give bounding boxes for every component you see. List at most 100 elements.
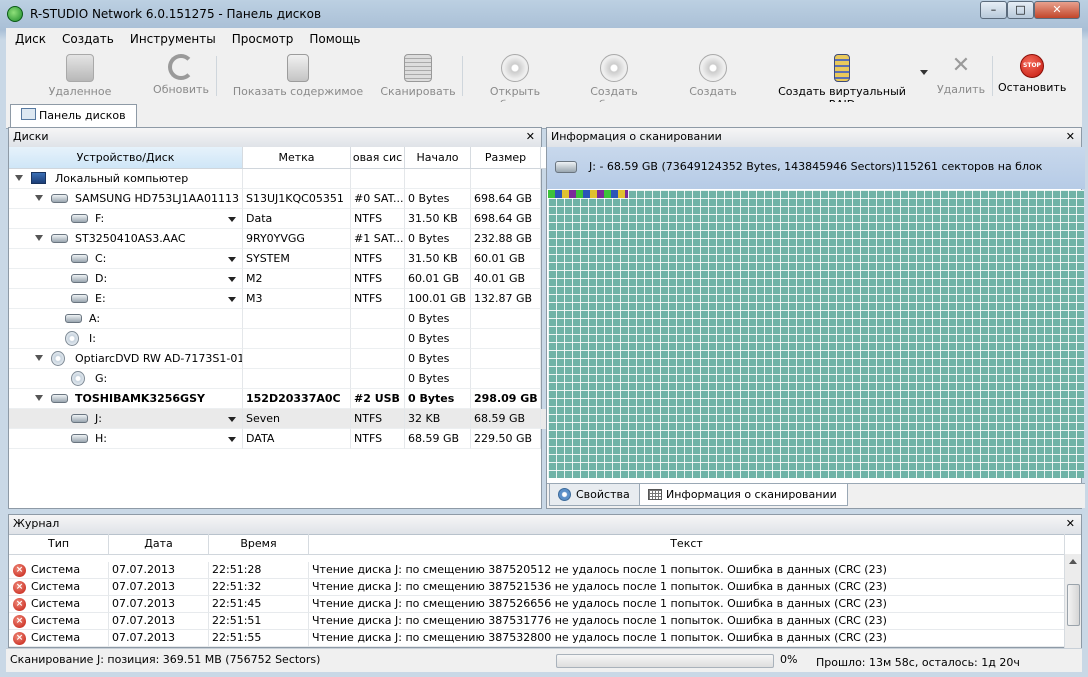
log-cell-time: 22:51:55 <box>209 630 309 647</box>
cell-start: 60.01 GB <box>405 269 471 289</box>
col-date[interactable]: Дата <box>109 534 209 554</box>
refresh-button[interactable]: Обновить <box>152 54 210 96</box>
expand-toggle-icon[interactable] <box>15 175 23 181</box>
col-device[interactable]: Устройство/Диск <box>9 147 243 168</box>
scroll-thumb[interactable] <box>1067 584 1080 626</box>
scan-block-map[interactable] <box>548 190 1084 478</box>
cell-device: E: <box>9 289 243 309</box>
cell-label <box>243 309 351 329</box>
app-icon <box>7 6 23 22</box>
log-cell-type: × Система <box>9 596 109 613</box>
title-bar[interactable]: R-STUDIO Network 6.0.151275 - Панель дис… <box>0 0 1088 28</box>
chevron-down-icon[interactable] <box>228 277 236 282</box>
menu-create[interactable]: Создать <box>53 28 121 50</box>
col-text[interactable]: Текст <box>309 534 1065 554</box>
cell-size <box>471 369 541 389</box>
cell-device: SAMSUNG HD753LJ1AA01113 <box>9 189 243 209</box>
cell-device: F: <box>9 209 243 229</box>
chevron-down-icon[interactable] <box>228 437 236 442</box>
menu-disk[interactable]: Диск <box>6 28 53 50</box>
cell-size: 68.59 GB <box>471 409 541 429</box>
maximize-button[interactable]: □ <box>1007 1 1034 19</box>
disks-panel: Диски ✕ Устройство/Диск Метка овая сис Н… <box>8 127 547 509</box>
disk-row[interactable]: ST3250410AS3.AAC 9RY0YVGG #1 SAT... 0 Bytes… <box>9 229 547 249</box>
cell-label: S13UJ1KQC05351 <box>243 189 351 209</box>
cell-fs <box>351 349 405 369</box>
disk-row[interactable]: D: M2 NTFS 60.01 GB 40.01 GB <box>9 269 547 289</box>
col-filesystem[interactable]: овая сис <box>351 147 405 168</box>
menu-view[interactable]: Просмотр <box>223 28 301 50</box>
scroll-up-icon[interactable] <box>1069 559 1077 564</box>
cell-size: 132.87 GB <box>471 289 541 309</box>
chevron-down-icon[interactable] <box>228 217 236 222</box>
computer-icon <box>66 54 94 82</box>
cell-device: G: <box>9 369 243 389</box>
disk-row[interactable]: TOSHIBAMK3256GSY 152D20337A0C #2 USB 0 Byte… <box>9 389 547 409</box>
disk-row[interactable]: G: 0 Bytes <box>9 369 547 389</box>
log-cell-text: Чтение диска J: по смещению 387532800 не… <box>309 630 1065 647</box>
tab-scan-info[interactable]: Информация о сканировании <box>639 484 848 506</box>
col-size[interactable]: Размер <box>471 147 541 168</box>
disk-row[interactable]: Локальный компьютер <box>9 169 547 189</box>
tab-properties[interactable]: Свойства <box>549 484 641 506</box>
close-button[interactable]: ✕ <box>1034 1 1080 19</box>
scan-button[interactable]: Сканировать <box>380 54 456 98</box>
log-row[interactable]: × Система 07.07.2013 22:51:32 Чтение диска J… <box>9 579 1065 596</box>
toolbar-separator <box>462 56 463 96</box>
log-row[interactable]: × Система 07.07.2013 22:51:28 Чтение диска J… <box>9 562 1065 579</box>
raid-dropdown-arrow[interactable] <box>920 68 932 75</box>
col-start[interactable]: Начало <box>405 147 471 168</box>
expand-toggle-icon[interactable] <box>35 195 43 201</box>
device-name: C: <box>95 252 107 265</box>
cell-size: 60.01 GB <box>471 249 541 269</box>
log-cell-type: × Система <box>9 613 109 630</box>
stop-button[interactable]: STOP Остановить <box>998 54 1066 94</box>
log-cell-time: 22:51:28 <box>209 562 309 579</box>
log-row[interactable]: × Система 07.07.2013 22:51:55 Чтение диска J… <box>9 630 1065 647</box>
status-bar: Сканирование J: позиция: 369.51 MB (7567… <box>6 648 1082 672</box>
col-time[interactable]: Время <box>209 534 309 554</box>
log-row[interactable]: × Система 07.07.2013 22:51:51 Чтение диска J… <box>9 613 1065 630</box>
tab-disk-panel[interactable]: Панель дисков <box>10 104 137 128</box>
chevron-down-icon[interactable] <box>228 297 236 302</box>
expand-toggle-icon[interactable] <box>35 235 43 241</box>
disk-row[interactable]: H: DATA NTFS 68.59 GB 229.50 GB <box>9 429 547 449</box>
expand-toggle-icon[interactable] <box>35 355 43 361</box>
toolbar-separator <box>992 56 993 96</box>
cell-fs: NTFS <box>351 249 405 269</box>
device-name: A: <box>89 312 101 325</box>
chevron-down-icon[interactable] <box>228 257 236 262</box>
log-cell-time: 22:51:32 <box>209 579 309 596</box>
disk-row[interactable]: SAMSUNG HD753LJ1AA01113 S13UJ1KQC05351 #0 … <box>9 189 547 209</box>
hard-disk-icon <box>65 314 82 323</box>
disk-row[interactable]: J: Seven NTFS 32 KB 68.59 GB <box>9 409 547 429</box>
col-type[interactable]: Тип <box>9 534 109 554</box>
disks-panel-header: Диски ✕ <box>9 128 541 148</box>
close-icon[interactable]: ✕ <box>1066 515 1075 533</box>
close-icon[interactable]: ✕ <box>526 128 535 146</box>
cell-start: 31.50 KB <box>405 249 471 269</box>
menu-tools[interactable]: Инструменты <box>121 28 223 50</box>
disk-row[interactable]: A: 0 Bytes <box>9 309 547 329</box>
disk-row[interactable]: OptiarcDVD RW AD-7173S1-01 0 Bytes <box>9 349 547 369</box>
delete-button[interactable]: ✕ Удалить <box>934 54 988 97</box>
cell-device: ST3250410AS3.AAC <box>9 229 243 249</box>
cell-start: 0 Bytes <box>405 369 471 389</box>
hard-disk-icon <box>71 214 88 223</box>
cell-label: M2 <box>243 269 351 289</box>
close-icon[interactable]: ✕ <box>1066 128 1075 146</box>
log-row[interactable]: × Система 07.07.2013 22:51:45 Чтение диска J… <box>9 596 1065 613</box>
col-label[interactable]: Метка <box>243 147 351 168</box>
progress-percent: 0% <box>780 653 798 666</box>
disk-row[interactable]: C: SYSTEM NTFS 31.50 KB 60.01 GB <box>9 249 547 269</box>
chevron-down-icon[interactable] <box>228 417 236 422</box>
log-cell-type: × Система <box>9 630 109 647</box>
expand-toggle-icon[interactable] <box>35 395 43 401</box>
disk-row[interactable]: E: M3 NTFS 100.01 GB 132.87 GB <box>9 289 547 309</box>
disk-row[interactable]: I: 0 Bytes <box>9 329 547 349</box>
minimize-button[interactable]: – <box>980 1 1007 19</box>
menu-help[interactable]: Помощь <box>300 28 367 50</box>
disk-row[interactable]: F: Data NTFS 31.50 KB 698.64 GB <box>9 209 547 229</box>
log-cell-time: 22:51:51 <box>209 613 309 630</box>
log-scrollbar[interactable] <box>1064 554 1081 661</box>
